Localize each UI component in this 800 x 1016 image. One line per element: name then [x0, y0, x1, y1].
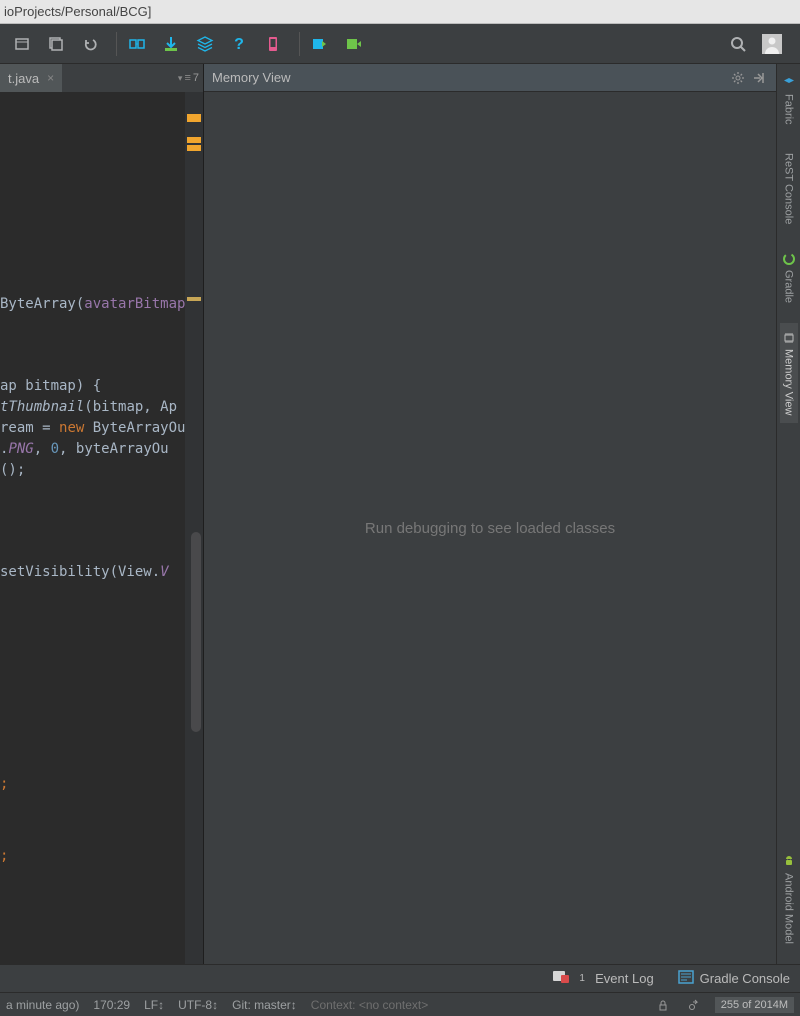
chevron-down-icon[interactable]: ▾ — [178, 73, 183, 84]
editor-scrollbar[interactable] — [191, 532, 201, 732]
list-icon[interactable]: ≡ — [184, 72, 190, 84]
fabric-icon — [782, 76, 796, 90]
right-tool-tabs: Fabric ReST Console Gradle Memory View A… — [776, 64, 800, 964]
import-icon[interactable] — [306, 30, 334, 58]
svg-text:?: ? — [234, 36, 244, 53]
sync-icon[interactable] — [123, 30, 151, 58]
status-caret-position[interactable]: 170:29 — [93, 998, 130, 1012]
inspector-icon[interactable] — [685, 999, 701, 1011]
editor-tabs: t.java × ▾ ≡ 7 — [0, 64, 203, 92]
status-bar: a minute ago) 170:29 LF↕ UTF-8↕ Git: mas… — [0, 992, 800, 1016]
editor-tab-label: t.java — [8, 71, 39, 86]
status-memory-usage[interactable]: 255 of 2014M — [715, 997, 794, 1013]
change-marker[interactable] — [187, 137, 201, 143]
gradle-icon — [782, 252, 796, 266]
android-icon — [782, 855, 796, 869]
code-text[interactable]: ByteArray(avatarBitmap ap bitmap) { tThu… — [0, 92, 185, 964]
tab-gradle[interactable]: Gradle — [780, 244, 798, 311]
undo-icon[interactable] — [76, 30, 104, 58]
avatar-icon[interactable] — [758, 30, 786, 58]
main-area: t.java × ▾ ≡ 7 ByteArray(avatarBitmap ap… — [0, 64, 800, 964]
download-icon[interactable] — [157, 30, 185, 58]
save-all-icon[interactable] — [42, 30, 70, 58]
toolbar-separator — [299, 32, 300, 56]
status-context[interactable]: Context: <no context> — [311, 998, 428, 1012]
window-titlebar: ioProjects/Personal/BCG] — [0, 0, 800, 24]
memory-view-header: Memory View — [204, 64, 776, 92]
toolbar-separator — [116, 32, 117, 56]
hide-icon[interactable] — [748, 71, 768, 85]
bottom-tool-tabs: 1 Event Log Gradle Console — [0, 964, 800, 992]
search-icon[interactable] — [724, 30, 752, 58]
memory-view-message: Run debugging to see loaded classes — [365, 520, 615, 537]
tab-label: Event Log — [595, 971, 654, 986]
status-git-branch[interactable]: Git: master↕ — [232, 998, 297, 1012]
change-marker[interactable] — [187, 145, 201, 151]
status-git-message: a minute ago) — [6, 998, 79, 1012]
tab-android-model[interactable]: Android Model — [780, 847, 798, 952]
lock-icon[interactable] — [655, 999, 671, 1011]
code-area[interactable]: ByteArray(avatarBitmap ap bitmap) { tThu… — [0, 92, 203, 964]
device-icon[interactable] — [259, 30, 287, 58]
tab-event-log[interactable]: 1 Event Log — [553, 970, 654, 987]
status-encoding[interactable]: UTF-8↕ — [178, 998, 218, 1012]
gear-icon[interactable] — [728, 71, 748, 85]
tab-gradle-console[interactable]: Gradle Console — [678, 970, 790, 987]
export-icon[interactable] — [340, 30, 368, 58]
event-log-icon — [553, 970, 569, 987]
warning-marker[interactable] — [187, 114, 201, 122]
tab-label: Gradle Console — [700, 971, 790, 986]
status-line-ending[interactable]: LF↕ — [144, 998, 164, 1012]
memory-view-panel: Memory View Run debugging to see loaded … — [204, 64, 776, 964]
layers-icon[interactable] — [191, 30, 219, 58]
highlight-marker[interactable] — [187, 297, 201, 301]
close-icon[interactable]: × — [47, 71, 54, 85]
help-icon[interactable]: ? — [225, 30, 253, 58]
editor-gutter — [185, 92, 203, 964]
main-toolbar: ? — [0, 24, 800, 64]
event-count-badge: 1 — [575, 972, 589, 986]
tab-rest-console[interactable]: ReST Console — [781, 145, 797, 232]
breadcrumb-count: 7 — [193, 72, 199, 84]
window-title: ioProjects/Personal/BCG] — [4, 4, 151, 19]
memory-view-body: Run debugging to see loaded classes — [204, 92, 776, 964]
memory-view-title: Memory View — [212, 70, 291, 85]
console-icon — [678, 970, 694, 987]
editor-tab[interactable]: t.java × — [0, 64, 62, 92]
editor-column: t.java × ▾ ≡ 7 ByteArray(avatarBitmap ap… — [0, 64, 204, 964]
tab-memory-view[interactable]: Memory View — [780, 323, 798, 423]
tab-fabric[interactable]: Fabric — [780, 68, 798, 133]
memory-icon — [782, 331, 796, 345]
open-icon[interactable] — [8, 30, 36, 58]
